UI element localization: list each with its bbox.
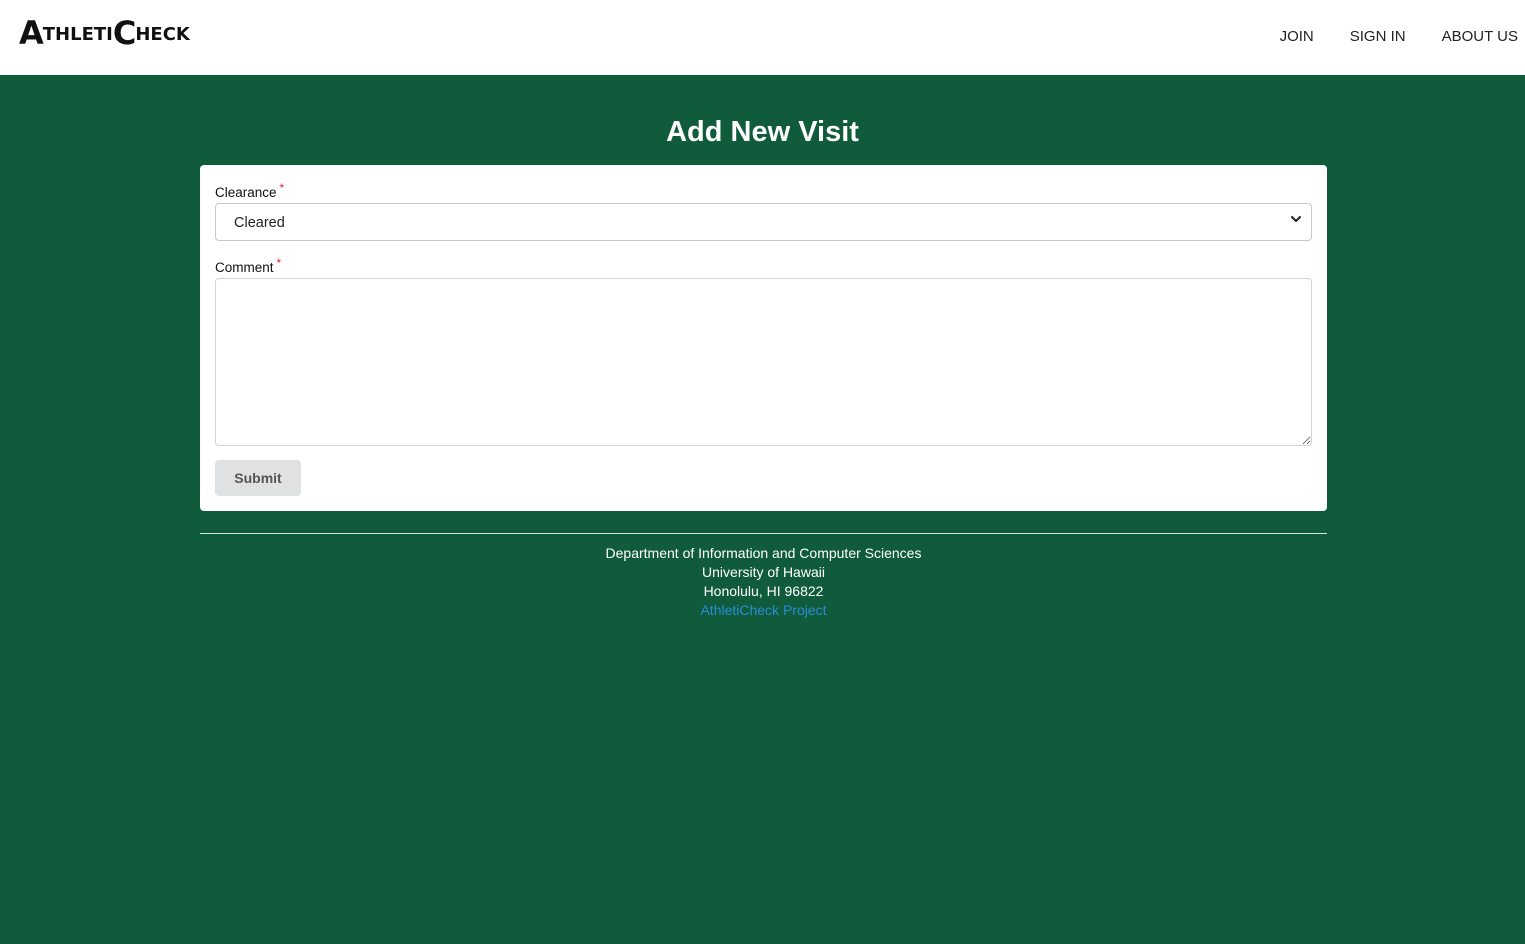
nav-links: JOIN SIGN IN ABOUT US <box>1244 28 1518 45</box>
clearance-select-value: Cleared <box>234 215 285 231</box>
comment-label: Comment * <box>215 256 281 275</box>
top-navbar: A THLETI C HECK JOIN SIGN IN ABOUT US <box>0 0 1525 75</box>
chevron-down-icon <box>1291 216 1301 222</box>
clearance-label-text: Clearance <box>215 185 277 200</box>
athleticheck-logo[interactable]: A THLETI C HECK <box>19 17 190 49</box>
footer-university: University of Hawaii <box>702 564 825 580</box>
clearance-label: Clearance * <box>215 181 284 200</box>
footer-address: Honolulu, HI 96822 <box>703 583 824 599</box>
submit-button[interactable]: Submit <box>215 460 301 496</box>
footer-department: Department of Information and Computer S… <box>605 545 922 561</box>
logo-text-thleti: THLETI <box>42 24 113 45</box>
comment-textarea[interactable] <box>215 278 1312 446</box>
page-title: Add New Visit <box>666 116 859 148</box>
nav-sign-in-link[interactable]: SIGN IN <box>1350 28 1406 45</box>
footer-project-link[interactable]: AthletiCheck Project <box>700 602 826 618</box>
nav-join-link[interactable]: JOIN <box>1280 28 1314 45</box>
logo-letter-c: C <box>112 14 137 52</box>
logo-letter-a: A <box>19 14 44 52</box>
comment-label-text: Comment <box>215 260 274 275</box>
nav-about-us-link[interactable]: ABOUT US <box>1442 28 1518 45</box>
required-asterisk: * <box>279 181 285 195</box>
clearance-select[interactable]: Cleared <box>215 203 1312 241</box>
add-visit-form: Clearance * Cleared Comment * Submit <box>200 165 1327 511</box>
page-footer: Department of Information and Computer S… <box>200 533 1327 620</box>
required-asterisk: * <box>276 256 282 270</box>
logo-text-heck: HECK <box>135 24 190 45</box>
